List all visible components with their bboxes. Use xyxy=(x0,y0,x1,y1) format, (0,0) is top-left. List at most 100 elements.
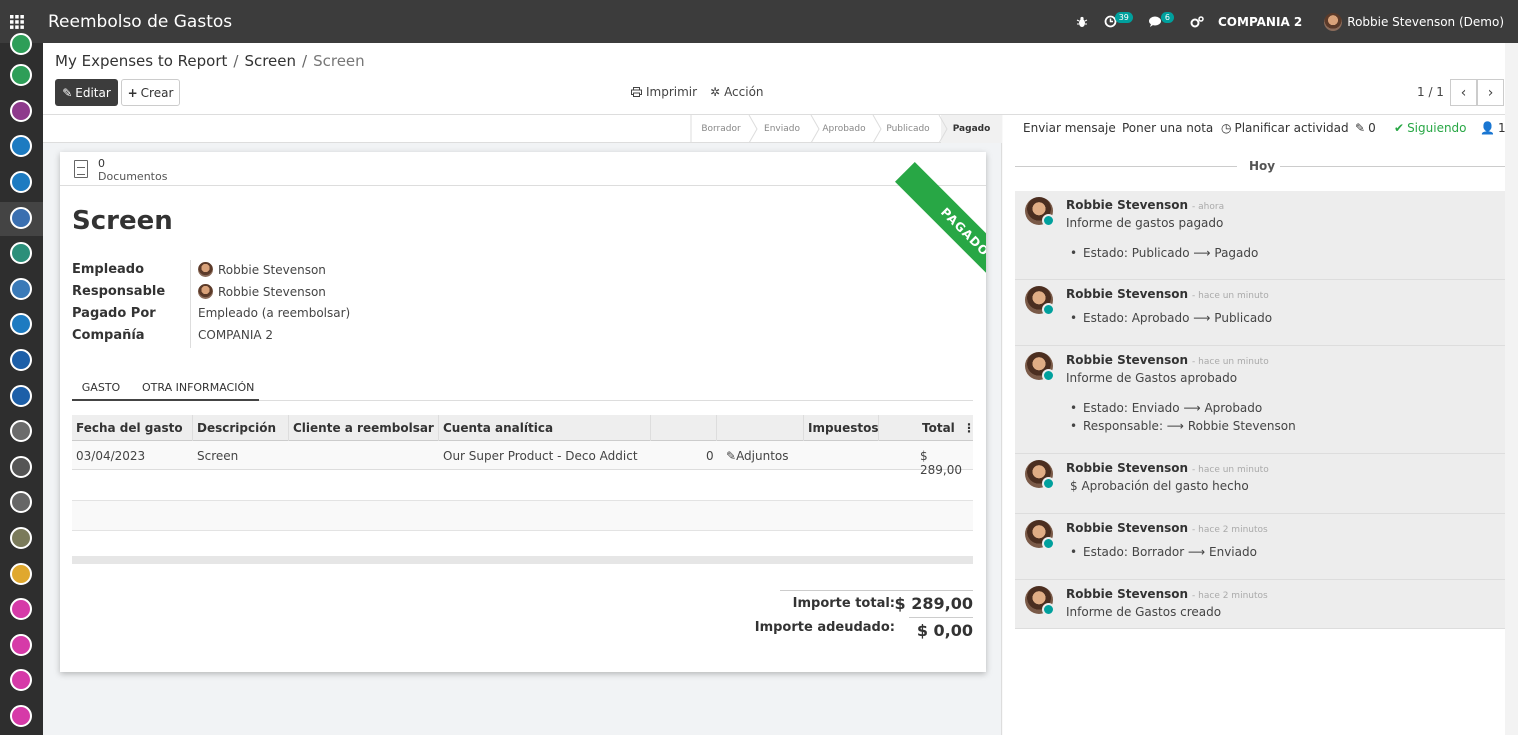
message-author[interactable]: Robbie Stevenson - hace 2 minutos xyxy=(1066,587,1268,601)
log-note-button[interactable]: Poner una nota xyxy=(1122,121,1213,135)
schedule-activity-button[interactable]: ◷ Planificar actividad xyxy=(1221,121,1349,135)
message-time: - hace 2 minutos xyxy=(1192,591,1268,601)
column-header-total[interactable]: Total xyxy=(922,421,955,435)
sidebar-expenses-icon[interactable] xyxy=(10,207,32,229)
author-avatar[interactable] xyxy=(1025,197,1055,227)
print-dropdown[interactable]: Imprimir xyxy=(631,85,697,99)
cell-attachments[interactable]: ✎Adjuntos xyxy=(726,449,789,463)
chatter-message: Robbie Stevenson - hace un minuto Informe… xyxy=(1015,346,1505,454)
messages-icon[interactable]: 6 xyxy=(1148,12,1174,28)
sidebar-app-icon[interactable] xyxy=(10,491,32,513)
manager-label: Responsable xyxy=(72,284,166,299)
breadcrumb: My Expenses to Report / Screen / Screen xyxy=(55,52,365,70)
table-footer xyxy=(72,556,973,564)
document-icon xyxy=(74,160,88,178)
sidebar-app-icon[interactable] xyxy=(10,563,32,585)
totals-divider xyxy=(909,617,973,618)
amount-due-label: Importe adeudado: xyxy=(754,620,895,635)
message-time: - hace un minuto xyxy=(1192,465,1269,475)
sidebar-app-icon[interactable] xyxy=(10,420,32,442)
followers-button[interactable]: 👤 1 xyxy=(1480,121,1506,135)
notebook-tabs: GASTO OTRA INFORMACIÓN xyxy=(72,377,973,401)
manager-value[interactable]: Robbie Stevenson xyxy=(198,284,326,299)
action-dropdown[interactable]: ✲ Acción xyxy=(710,85,764,99)
message-author[interactable]: Robbie Stevenson - ahora xyxy=(1066,198,1224,212)
message-author[interactable]: Robbie Stevenson - hace un minuto xyxy=(1066,353,1269,367)
message-author[interactable]: Robbie Stevenson - hace un minuto xyxy=(1066,287,1269,301)
message-author[interactable]: Robbie Stevenson - hace 2 minutos xyxy=(1066,521,1268,535)
author-avatar[interactable] xyxy=(1025,352,1055,382)
sidebar-app-icon[interactable] xyxy=(10,278,32,300)
company-switcher[interactable]: COMPANIA 2 xyxy=(1218,15,1302,29)
breadcrumb-item[interactable]: Screen xyxy=(244,52,296,70)
empty-row xyxy=(72,501,973,531)
paid-by-value: Empleado (a reembolsar) xyxy=(198,306,351,320)
pager-next-button[interactable]: › xyxy=(1477,79,1504,106)
author-avatar[interactable] xyxy=(1025,286,1055,316)
page-scrollbar[interactable] xyxy=(1505,43,1518,735)
column-header-description[interactable]: Descripción xyxy=(197,421,276,435)
sidebar-app-icon[interactable] xyxy=(10,242,32,264)
column-header-client[interactable]: Cliente a reembolsar xyxy=(293,421,434,435)
author-avatar[interactable] xyxy=(1025,520,1055,550)
settings-gears-icon[interactable] xyxy=(1190,15,1204,28)
message-author[interactable]: Robbie Stevenson - hace un minuto xyxy=(1066,461,1269,475)
clock-icon: ◷ xyxy=(1221,121,1232,135)
status-bar: Borrador Enviado Aprobado Publicado Paga… xyxy=(43,115,1002,143)
table-row[interactable]: 03/04/2023 Screen Our Super Product - De… xyxy=(72,441,973,477)
plus-icon: + xyxy=(127,85,138,100)
pager-value[interactable]: 1 / 1 xyxy=(1417,85,1444,99)
attachments-button[interactable]: ✎ 0 xyxy=(1355,121,1376,135)
sidebar-app-icon[interactable] xyxy=(10,527,32,549)
column-header-analytic[interactable]: Cuenta analítica xyxy=(443,421,553,435)
sidebar-app-icon[interactable] xyxy=(10,135,32,157)
chatter-message: Robbie Stevenson- hace 2 minutos Estado:… xyxy=(1015,514,1505,580)
form-view: 0 Documentos PAGADO Screen Empleado Robb… xyxy=(43,143,1002,735)
send-message-button[interactable]: Enviar mensaje xyxy=(1023,121,1116,135)
table-header: Fecha del gasto Descripción Cliente a re… xyxy=(72,415,975,441)
sidebar-app-icon[interactable] xyxy=(10,634,32,656)
company-value[interactable]: COMPANIA 2 xyxy=(198,328,273,342)
column-header-taxes[interactable]: Impuestos xyxy=(808,421,879,435)
sidebar-app-icon[interactable] xyxy=(10,313,32,335)
sidebar-app-icon[interactable] xyxy=(10,171,32,193)
total-amount-value: $ 289,00 xyxy=(894,594,973,613)
sidebar-app-icon[interactable] xyxy=(10,349,32,371)
tab-other-info[interactable]: OTRA INFORMACIÓN xyxy=(142,381,254,394)
sidebar-app-icon[interactable] xyxy=(10,598,32,620)
sidebar-app-icon[interactable] xyxy=(10,705,32,727)
documents-smart-button[interactable]: 0 Documentos xyxy=(60,152,986,186)
cell-analytic: Our Super Product - Deco Addict xyxy=(443,449,638,463)
activity-icon[interactable]: 39 xyxy=(1104,12,1133,28)
sidebar-app-icon[interactable] xyxy=(10,64,32,86)
edit-button[interactable]: ✎ Editar xyxy=(55,79,118,106)
app-title[interactable]: Reembolso de Gastos xyxy=(48,12,232,32)
cell-quantity: 0 xyxy=(706,449,714,463)
bug-icon[interactable] xyxy=(1076,16,1088,28)
top-navbar: Reembolso de Gastos 39 6 COMPANIA 2 Robb… xyxy=(0,0,1518,43)
sidebar-app-icon[interactable] xyxy=(10,669,32,691)
following-button[interactable]: ✔ Siguiendo xyxy=(1394,121,1467,135)
optional-columns-icon[interactable]: ⋮ xyxy=(963,421,975,435)
chevron-right-icon: › xyxy=(1487,84,1494,101)
author-avatar[interactable] xyxy=(1025,586,1055,616)
tracking-value: Estado: Aprobado ⟶ Publicado xyxy=(1070,311,1272,325)
sidebar-app-icon[interactable] xyxy=(10,33,32,55)
sidebar-app-icon[interactable] xyxy=(10,456,32,478)
employee-value[interactable]: Robbie Stevenson xyxy=(198,262,326,277)
author-name: Robbie Stevenson xyxy=(1066,287,1189,301)
attachments-count: 0 xyxy=(1368,121,1376,135)
tab-expense[interactable]: GASTO xyxy=(72,381,130,401)
sidebar-app-icon[interactable] xyxy=(10,100,32,122)
create-button[interactable]: + Crear xyxy=(121,79,180,106)
message-time: - ahora xyxy=(1192,202,1225,212)
author-name: Robbie Stevenson xyxy=(1066,461,1189,475)
user-menu[interactable]: Robbie Stevenson (Demo) xyxy=(1324,12,1504,31)
column-header-date[interactable]: Fecha del gasto xyxy=(76,421,183,435)
sidebar-app-icon[interactable] xyxy=(10,385,32,407)
paid-by-label: Pagado Por xyxy=(72,306,156,321)
message-body: Informe de gastos pagado xyxy=(1066,216,1224,230)
pager-previous-button[interactable]: ‹ xyxy=(1450,79,1477,106)
breadcrumb-item[interactable]: My Expenses to Report xyxy=(55,52,227,70)
author-avatar[interactable] xyxy=(1025,460,1055,490)
